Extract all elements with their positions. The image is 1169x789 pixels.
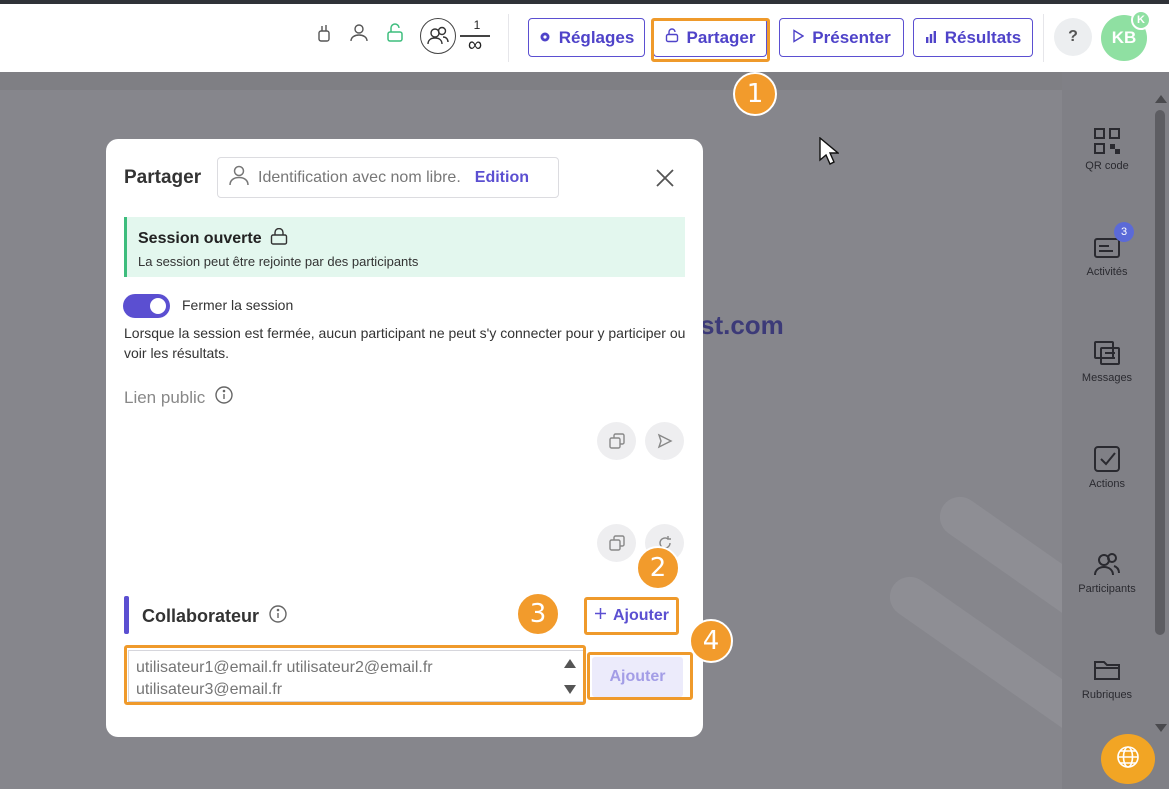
folder-icon [1092, 655, 1122, 685]
participant-count: 1 [473, 18, 481, 32]
divider [1043, 14, 1044, 62]
gear-icon [539, 28, 551, 48]
annotation-marker-4: 4 [689, 619, 733, 663]
sidebar-item-participants[interactable]: Participants [1062, 549, 1152, 595]
actions-icon [1092, 444, 1122, 474]
copy-icon [608, 535, 625, 551]
activities-icon: 3 [1092, 222, 1134, 262]
qr-code-icon [1092, 126, 1122, 156]
close-button[interactable] [654, 167, 676, 189]
collaborator-section-title: Collaborateur [142, 605, 287, 628]
toggle-label: Fermer la session [182, 297, 294, 313]
info-icon[interactable] [215, 386, 233, 409]
identification-field[interactable]: Identification avec nom libre. Edition [217, 157, 559, 198]
results-button-label: Résultats [944, 27, 1022, 47]
activities-badge: 3 [1114, 222, 1134, 242]
share-button[interactable]: Partager [653, 18, 767, 57]
collaborator-accent-bar [124, 596, 129, 634]
participant-counter[interactable]: 1 ∞ [420, 18, 492, 56]
toggle-description: Lorsque la session est fermée, aucun par… [124, 325, 686, 361]
play-icon [792, 28, 805, 48]
sidebar-item-qr-code[interactable]: QR code [1062, 126, 1152, 172]
participants-icon [420, 18, 456, 54]
slide-url-text: st.com [700, 310, 784, 340]
user-icon[interactable] [348, 22, 370, 44]
sidebar-item-label: Messages [1081, 372, 1133, 384]
send-link-button[interactable] [645, 422, 684, 460]
annotation-marker-1: 1 [733, 72, 777, 116]
sidebar-item-activities[interactable]: 3 Activités [1062, 222, 1152, 278]
participants-icon [1092, 549, 1122, 579]
globe-icon [1116, 745, 1140, 774]
settings-button-label: Réglages [558, 27, 635, 47]
hand-raise-icon[interactable] [313, 22, 335, 44]
identification-text: Identification avec nom libre. [258, 168, 461, 186]
add-collaborator-button[interactable]: Ajouter [592, 657, 683, 697]
sidebar-item-label: Participants [1078, 583, 1136, 595]
present-button-label: Présenter [812, 27, 891, 47]
mouse-cursor-icon [819, 136, 840, 170]
share-dialog: Partager Identification avec nom libre. … [106, 139, 703, 737]
copy-link-button[interactable] [597, 422, 636, 460]
session-status-desc: La session peut être rejointe par des pa… [138, 254, 419, 269]
textarea-scroll-down-icon[interactable] [564, 685, 576, 694]
lock-icon [665, 27, 679, 48]
sidebar-item-label: Activités [1086, 266, 1128, 278]
scroll-down-arrow[interactable] [1155, 724, 1167, 732]
present-button[interactable]: Présenter [779, 18, 904, 57]
avatar-badge: K [1131, 10, 1151, 30]
scroll-up-arrow[interactable] [1155, 95, 1167, 103]
public-link-label: Lien public [124, 387, 206, 407]
participant-limit: ∞ [467, 34, 483, 56]
help-button[interactable]: ? [1054, 18, 1092, 56]
info-icon[interactable] [269, 605, 287, 628]
sidebar-item-label: QR code [1085, 160, 1129, 172]
sidebar-item-actions[interactable]: Actions [1062, 444, 1152, 490]
close-session-toggle[interactable] [123, 294, 170, 318]
annotation-marker-3: 3 [516, 592, 560, 636]
share-button-label: Partager [686, 27, 756, 47]
user-icon [228, 164, 250, 191]
public-link-section: Lien public [124, 386, 233, 409]
send-icon [657, 433, 673, 449]
textarea-scroll-up-icon[interactable] [564, 659, 576, 668]
close-icon [656, 169, 674, 187]
session-status-title: Session ouverte [138, 230, 262, 247]
sidebar-item-rubriques[interactable]: Rubriques [1062, 655, 1152, 701]
results-button[interactable]: Résultats [913, 18, 1033, 57]
sidebar-item-messages[interactable]: Messages [1062, 338, 1152, 384]
add-collaborator-link-label: Ajouter [613, 607, 669, 624]
collaborator-label: Collaborateur [142, 606, 260, 626]
scrollbar[interactable] [1155, 110, 1165, 635]
divider [508, 14, 509, 62]
plus-icon [594, 607, 607, 625]
language-button[interactable] [1101, 734, 1155, 784]
session-status-box: Session ouverte La session peut être rej… [124, 217, 685, 277]
annotation-marker-2: 2 [636, 546, 680, 590]
add-collaborator-link[interactable]: Ajouter [587, 600, 676, 632]
settings-button[interactable]: Réglages [528, 18, 645, 57]
bar-chart-icon [925, 28, 937, 48]
copy-icon [608, 433, 625, 449]
unlock-icon [270, 227, 288, 250]
sidebar-item-label: Rubriques [1081, 689, 1133, 701]
dialog-title: Partager [124, 167, 202, 188]
messages-icon [1092, 338, 1122, 368]
unlock-icon[interactable] [384, 22, 406, 44]
identification-edit-link[interactable]: Edition [475, 169, 529, 187]
copy-code-button[interactable] [597, 524, 636, 562]
sidebar-item-label: Actions [1088, 478, 1126, 490]
collaborator-emails-input[interactable] [128, 650, 585, 702]
